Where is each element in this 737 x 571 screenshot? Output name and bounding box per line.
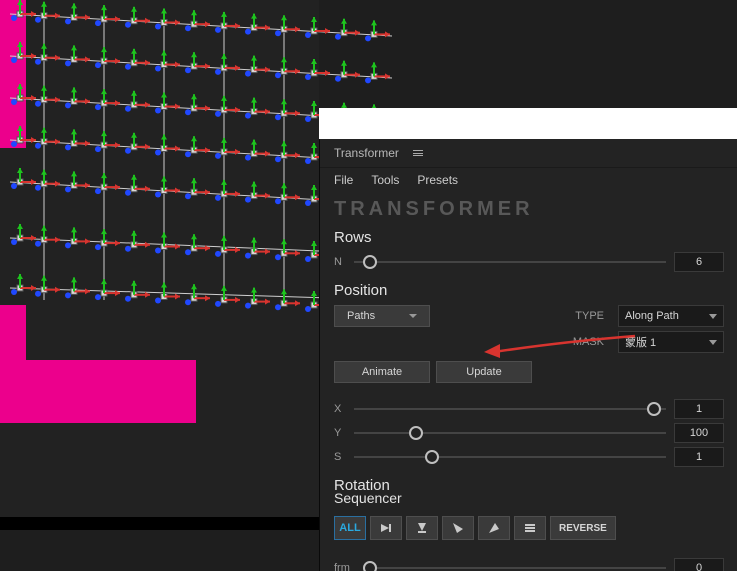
animate-button[interactable]: Animate: [334, 361, 430, 383]
s-label: S: [334, 451, 346, 463]
arrow-up-right-into-icon: [487, 521, 501, 535]
sequencer-buttons: ALL REVERSE: [320, 510, 737, 546]
animate-update-row: Animate Update: [320, 359, 737, 385]
type-dropdown[interactable]: Along Path: [618, 305, 724, 327]
type-label: TYPE: [568, 310, 604, 322]
x-label: X: [334, 403, 346, 415]
s-slider[interactable]: [354, 448, 666, 466]
arrow-down-right-icon: [451, 521, 465, 535]
x-input[interactable]: 1: [674, 399, 724, 419]
rows-n-input[interactable]: 6: [674, 252, 724, 272]
position-path-type-row: Paths TYPE Along Path: [320, 303, 737, 329]
arrow-right-icon: [379, 521, 393, 535]
pink-layer: [0, 305, 26, 423]
seq-frm-row: frm 0: [320, 556, 737, 571]
y-slider[interactable]: [354, 424, 666, 442]
chevron-down-icon: [709, 314, 717, 319]
section-rows-title: Rows: [320, 221, 737, 250]
section-sequencer-title: Sequencer: [320, 490, 737, 510]
menu-tools[interactable]: Tools: [371, 168, 399, 192]
frm-slider[interactable]: [364, 559, 666, 571]
panel-menubar: File Tools Presets: [320, 168, 737, 192]
panel-logo: TRANSFORMER: [320, 192, 737, 221]
menu-file[interactable]: File: [334, 168, 353, 192]
paths-button[interactable]: Paths: [334, 305, 430, 327]
seq-lines-button[interactable]: [514, 516, 546, 540]
panel-header: Transformer: [320, 139, 737, 168]
arrow-down-icon: [415, 521, 429, 535]
composition-preview[interactable]: [0, 0, 319, 530]
y-input[interactable]: 100: [674, 423, 724, 443]
transformer-panel: Transformer File Tools Presets TRANSFORM…: [319, 139, 737, 571]
menu-icon[interactable]: [413, 148, 423, 158]
seq-right-button[interactable]: [370, 516, 402, 540]
rows-n-slider[interactable]: [354, 253, 666, 271]
s-input[interactable]: 1: [674, 447, 724, 467]
frm-input[interactable]: 0: [674, 558, 724, 571]
chevron-down-icon: [709, 340, 717, 345]
y-label: Y: [334, 427, 346, 439]
frm-label: frm: [334, 562, 356, 571]
position-mask-row: MASK 蒙版 1: [320, 329, 737, 355]
position-y-row: Y 100: [320, 421, 737, 445]
position-x-row: X 1: [320, 397, 737, 421]
position-s-row: S 1: [320, 445, 737, 469]
seq-diag-in-button[interactable]: [478, 516, 510, 540]
seq-diag-down-button[interactable]: [442, 516, 474, 540]
update-button[interactable]: Update: [436, 361, 532, 383]
panel-title: Transformer: [334, 139, 399, 167]
section-position-title: Position: [320, 274, 737, 303]
panel-dock-whitebar: [319, 108, 737, 139]
rows-n-label: N: [334, 256, 346, 268]
x-slider[interactable]: [354, 400, 666, 418]
rows-n-row: N 6: [320, 250, 737, 274]
mask-label: MASK: [568, 336, 604, 348]
pink-layer: [26, 360, 196, 423]
lines-icon: [523, 521, 537, 535]
seq-all-button[interactable]: ALL: [334, 516, 366, 540]
menu-presets[interactable]: Presets: [417, 168, 458, 192]
seq-reverse-button[interactable]: REVERSE: [550, 516, 616, 540]
mask-dropdown[interactable]: 蒙版 1: [618, 331, 724, 353]
chevron-down-icon: [409, 314, 417, 318]
seq-down-button[interactable]: [406, 516, 438, 540]
